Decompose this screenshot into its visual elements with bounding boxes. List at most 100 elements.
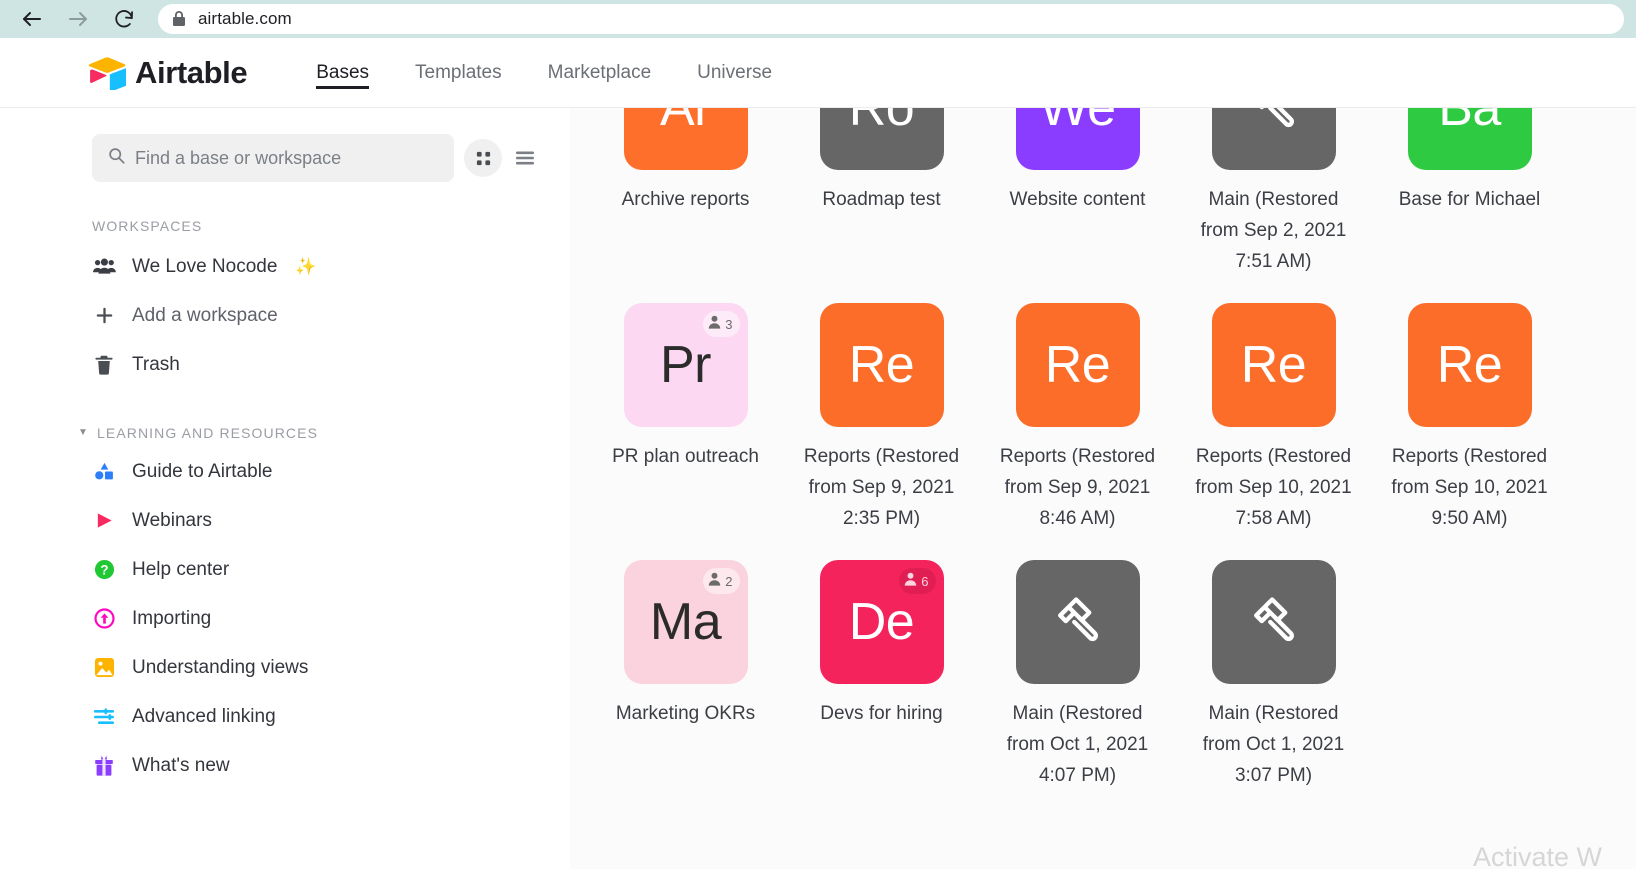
page-body: Find a base or workspace WORKSPACES We L…	[0, 108, 1636, 869]
collaborator-badge: 6	[899, 568, 936, 594]
tab-marketplace-label: Marketplace	[547, 61, 652, 83]
sidebar-item-label: What's new	[132, 754, 230, 776]
tab-universe-label: Universe	[697, 61, 773, 83]
base-tile-icon[interactable]	[1015, 560, 1140, 684]
base-tile[interactable]: Re Reports (Restored from Sep 10, 2021 9:…	[1372, 277, 1567, 534]
list-view-icon[interactable]	[512, 143, 538, 173]
reload-button[interactable]	[104, 3, 144, 35]
base-initials: Ba	[1438, 108, 1501, 137]
sidebar-item-add-a-workspace[interactable]: Add a workspace	[0, 291, 570, 340]
collaborator-badge: 3	[703, 311, 740, 337]
learning-resources-list: Guide to Airtable Webinars ? Help center…	[0, 447, 570, 790]
airtable-logo[interactable]: Airtable	[88, 54, 248, 91]
trash-icon	[92, 353, 116, 377]
address-bar[interactable]: airtable.com	[158, 4, 1624, 34]
base-tile-label: Main (Restored from Oct 1, 2021 3:07 PM)	[1202, 703, 1345, 786]
tab-templates-label: Templates	[415, 61, 502, 83]
base-tile-icon[interactable]: Ba	[1407, 108, 1532, 170]
base-tile-icon[interactable]: Re	[1015, 303, 1140, 427]
base-tile-label: Devs for hiring	[820, 703, 943, 724]
airtable-wordmark: Airtable	[135, 54, 248, 90]
sidebar-item-understanding-views[interactable]: Understanding views	[0, 643, 570, 692]
tab-bases[interactable]: Bases	[293, 53, 392, 93]
base-tile[interactable]: Main (Restored from Oct 1, 2021 3:07 PM)	[1176, 534, 1371, 791]
search-input[interactable]: Find a base or workspace	[92, 134, 454, 182]
base-initials: Re	[848, 336, 915, 394]
base-tile[interactable]: Ro Roadmap test	[784, 108, 979, 277]
base-tile-icon[interactable]: Ro	[819, 108, 944, 170]
shapes-icon	[92, 460, 116, 484]
workspaces-section-label: WORKSPACES	[0, 218, 570, 234]
tab-marketplace[interactable]: Marketplace	[525, 53, 675, 93]
base-initials: Ro	[848, 108, 915, 137]
back-button[interactable]	[12, 3, 52, 35]
workspaces-list: We Love Nocode ✨ Add a workspace Trash	[0, 242, 570, 389]
base-tile[interactable]: Re Reports (Restored from Sep 9, 2021 8:4…	[980, 277, 1175, 534]
app-header: Airtable Bases Templates Marketplace Uni…	[0, 38, 1636, 108]
play-triangle-icon	[92, 509, 116, 533]
bases-grid-area: Ar Archive reports Ro Roadmap test We Website…	[570, 108, 1636, 869]
base-tile[interactable]: Re Reports (Restored from Sep 9, 2021 2:3…	[784, 277, 979, 534]
base-initials: Pr	[660, 336, 712, 394]
collaborator-badge: 2	[703, 568, 740, 594]
base-initials: Re	[1044, 336, 1111, 394]
sidebar-item-label: Importing	[132, 607, 212, 629]
base-tile-icon[interactable]	[1211, 108, 1336, 170]
base-tile[interactable]: Ba Base for Michael	[1372, 108, 1567, 277]
base-tile-icon[interactable]: Re	[1211, 303, 1336, 427]
base-tile[interactable]: We Website content	[980, 108, 1175, 277]
sidebar-item-label: Understanding views	[132, 656, 309, 678]
person-icon	[904, 572, 917, 591]
sidebar-item-whats-new[interactable]: What's new	[0, 741, 570, 790]
sidebar-item-webinars[interactable]: Webinars	[0, 496, 570, 545]
person-icon	[708, 315, 721, 334]
learning-section-label[interactable]: ▼ LEARNING AND RESOURCES	[0, 425, 570, 441]
base-tile[interactable]: Ar Archive reports	[588, 108, 783, 277]
sidebar: Find a base or workspace WORKSPACES We L…	[0, 108, 570, 869]
base-tile[interactable]: Pr 3 PR plan outreach	[588, 277, 783, 534]
hammer-icon	[1057, 597, 1098, 642]
base-tile-icon[interactable]: De 6	[819, 560, 944, 684]
top-navigation: Bases Templates Marketplace Universe	[293, 53, 795, 93]
sidebar-item-we-love-nocode[interactable]: We Love Nocode ✨	[0, 242, 570, 291]
base-tile-icon[interactable]: Re	[819, 303, 944, 427]
base-tile[interactable]: Ma 2 Marketing OKRs	[588, 534, 783, 791]
base-tile[interactable]: Main (Restored from Sep 2, 2021 7:51 AM)	[1176, 108, 1371, 277]
base-tile-icon[interactable]: Pr 3	[623, 303, 748, 427]
image-icon	[92, 656, 116, 680]
sidebar-item-trash[interactable]: Trash	[0, 340, 570, 389]
tab-templates[interactable]: Templates	[392, 53, 525, 93]
sidebar-item-label: Advanced linking	[132, 705, 276, 727]
sliders-icon	[92, 705, 116, 729]
workspaces-label-text: WORKSPACES	[92, 218, 203, 234]
plus-icon	[92, 304, 116, 328]
svg-text:?: ?	[100, 562, 108, 577]
sparkle-icon: ✨	[295, 256, 317, 276]
hammer-icon	[1259, 108, 1294, 128]
airtable-logo-icon	[88, 56, 126, 90]
base-tile[interactable]: Re Reports (Restored from Sep 10, 2021 7:…	[1176, 277, 1371, 534]
base-tile-label: Reports (Restored from Sep 10, 2021 7:58…	[1195, 446, 1352, 529]
base-tile-icon[interactable]	[1211, 560, 1336, 684]
base-tile-icon[interactable]: Ar	[623, 108, 748, 170]
sidebar-item-label: We Love Nocode	[132, 255, 278, 277]
hammer-icon	[1253, 597, 1294, 642]
base-tile-icon[interactable]: We	[1015, 108, 1140, 170]
base-tile[interactable]: Main (Restored from Oct 1, 2021 4:07 PM)	[980, 534, 1175, 791]
sidebar-item-importing[interactable]: Importing	[0, 594, 570, 643]
base-initials: We	[1039, 108, 1116, 137]
base-tile[interactable]: De 6 Devs for hiring	[784, 534, 979, 791]
person-icon	[708, 572, 721, 591]
sidebar-item-label: Add a workspace	[132, 304, 278, 326]
forward-button[interactable]	[58, 3, 98, 35]
base-tile-label: Reports (Restored from Sep 9, 2021 2:35 …	[803, 446, 960, 529]
base-tile-label: Roadmap test	[822, 189, 941, 210]
sidebar-item-help-center[interactable]: ? Help center	[0, 545, 570, 594]
sidebar-item-guide-to-airtable[interactable]: Guide to Airtable	[0, 447, 570, 496]
base-tile-icon[interactable]: Re	[1407, 303, 1532, 427]
question-circle-icon: ?	[92, 558, 116, 582]
grid-view-icon[interactable]	[464, 139, 502, 177]
tab-universe[interactable]: Universe	[674, 53, 795, 93]
base-tile-icon[interactable]: Ma 2	[623, 560, 748, 684]
sidebar-item-advanced-linking[interactable]: Advanced linking	[0, 692, 570, 741]
